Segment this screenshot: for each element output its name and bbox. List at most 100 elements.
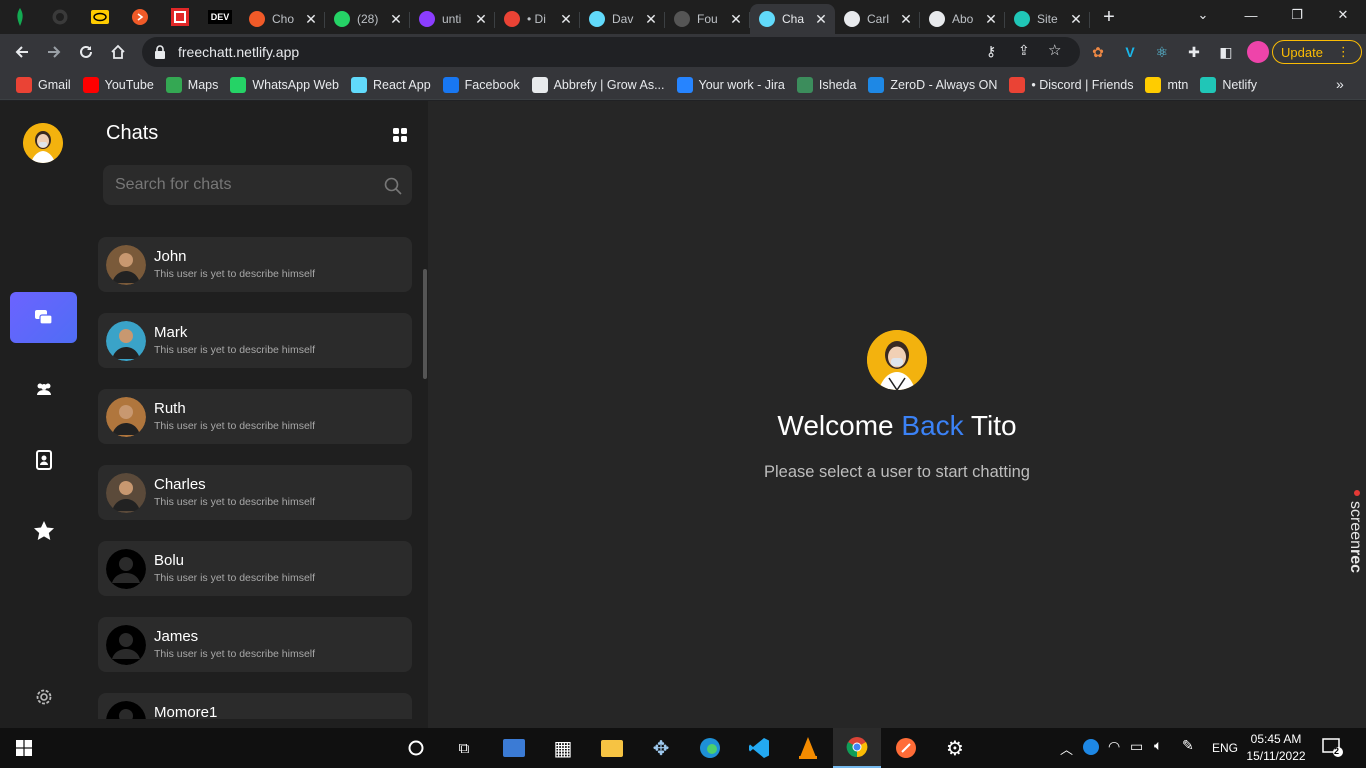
pinned-tab-news[interactable] bbox=[160, 0, 200, 34]
chat-list-item[interactable]: Momore1This user is yet to describe hims… bbox=[98, 693, 412, 719]
browser-tab[interactable]: Cha ✕ bbox=[750, 4, 835, 34]
groups-nav-button[interactable] bbox=[10, 363, 77, 414]
close-tab-icon[interactable]: ✕ bbox=[473, 11, 489, 28]
bookmark-item[interactable]: Maps bbox=[160, 72, 225, 98]
close-tab-icon[interactable]: ✕ bbox=[388, 11, 404, 28]
bookmark-item[interactable]: YouTube bbox=[77, 72, 160, 98]
bookmark-item[interactable]: Abbrefy | Grow As... bbox=[526, 72, 671, 98]
browser-tab[interactable]: (28) ✕ bbox=[325, 4, 410, 34]
bookmark-item[interactable]: mtn bbox=[1139, 72, 1194, 98]
browser-tab[interactable]: • Di ✕ bbox=[495, 4, 580, 34]
taskbar-app-settings[interactable]: ⚙ bbox=[931, 728, 979, 768]
side-panel-icon[interactable]: ◧ bbox=[1216, 42, 1236, 62]
home-button[interactable] bbox=[102, 36, 134, 68]
tray-app-icon[interactable] bbox=[1083, 739, 1099, 755]
taskbar-app-gamepad[interactable]: ✥ bbox=[637, 728, 685, 768]
settings-nav-button[interactable] bbox=[10, 671, 77, 722]
color-picker-extension-icon[interactable]: ✿ bbox=[1088, 42, 1108, 62]
close-tab-icon[interactable]: ✕ bbox=[643, 11, 659, 28]
close-tab-icon[interactable]: ✕ bbox=[813, 11, 829, 28]
chat-list-item[interactable]: Bolu This user is yet to describe himself bbox=[98, 541, 412, 596]
grid-view-button[interactable] bbox=[393, 128, 407, 142]
bookmark-item[interactable]: Gmail bbox=[10, 72, 77, 98]
tab-search-chevron-icon[interactable]: ⌄ bbox=[1180, 0, 1226, 30]
chat-list-item[interactable]: Mark This user is yet to describe himself bbox=[98, 313, 412, 368]
start-button[interactable] bbox=[0, 728, 48, 768]
favorites-nav-button[interactable] bbox=[10, 505, 77, 556]
browser-tab[interactable]: Abo ✕ bbox=[920, 4, 1005, 34]
forward-button[interactable] bbox=[38, 36, 70, 68]
action-center-button[interactable]: 2 bbox=[1322, 738, 1344, 758]
browser-tab[interactable]: Site ✕ bbox=[1005, 4, 1090, 34]
search-icon[interactable] bbox=[384, 177, 402, 195]
wifi-icon[interactable]: ◠ bbox=[1108, 738, 1120, 755]
bookmark-item[interactable]: Isheda bbox=[791, 72, 863, 98]
task-view-button[interactable]: ⧉ bbox=[440, 728, 488, 768]
chat-list-item[interactable]: Ruth This user is yet to describe himself bbox=[98, 389, 412, 444]
close-tab-icon[interactable]: ✕ bbox=[303, 11, 319, 28]
bookmark-item[interactable]: Netlify bbox=[1194, 72, 1263, 98]
taskbar-app-postman[interactable] bbox=[882, 728, 930, 768]
new-tab-button[interactable]: + bbox=[1090, 0, 1128, 34]
search-taskbar-button[interactable] bbox=[392, 728, 440, 768]
back-button[interactable] bbox=[6, 36, 38, 68]
user-avatar[interactable] bbox=[23, 123, 63, 163]
update-button[interactable]: Update ⋮ bbox=[1272, 40, 1362, 64]
bookmark-item[interactable]: ZeroD - Always ON bbox=[862, 72, 1003, 98]
pinned-tab-mtn[interactable] bbox=[80, 0, 120, 34]
browser-tab[interactable]: unti ✕ bbox=[410, 4, 495, 34]
browser-tab[interactable]: Carl ✕ bbox=[835, 4, 920, 34]
taskbar-app-edge[interactable] bbox=[686, 728, 734, 768]
pinned-tab-codepen[interactable] bbox=[120, 0, 160, 34]
bookmark-item[interactable]: WhatsApp Web bbox=[224, 72, 345, 98]
react-devtools-extension-icon[interactable]: ⚛ bbox=[1152, 42, 1172, 62]
taskbar-app-explorer[interactable] bbox=[588, 728, 636, 768]
clock[interactable]: 05:45 AM 15/11/2022 bbox=[1246, 731, 1306, 765]
close-tab-icon[interactable]: ✕ bbox=[1068, 11, 1084, 28]
restore-button[interactable]: ❐ bbox=[1274, 0, 1320, 30]
bookmark-item[interactable]: Your work - Jira bbox=[671, 72, 791, 98]
chats-nav-button[interactable] bbox=[10, 292, 77, 343]
taskbar-app-monitor[interactable] bbox=[490, 728, 538, 768]
chat-list-scrollbar[interactable] bbox=[423, 269, 427, 379]
reload-button[interactable] bbox=[70, 36, 102, 68]
bookmark-star-icon[interactable]: ☆ bbox=[1048, 41, 1061, 59]
bookmark-item[interactable]: React App bbox=[345, 72, 437, 98]
language-indicator[interactable]: ENG bbox=[1212, 741, 1238, 755]
extensions-puzzle-icon[interactable]: ✚ bbox=[1184, 42, 1204, 62]
vimeo-extension-icon[interactable]: V bbox=[1120, 42, 1140, 62]
browser-tab[interactable]: Cho ✕ bbox=[240, 4, 325, 34]
browser-tab[interactable]: Dav ✕ bbox=[580, 4, 665, 34]
taskbar-app-vlc[interactable] bbox=[784, 728, 832, 768]
chat-list-item[interactable]: John This user is yet to describe himself bbox=[98, 237, 412, 292]
address-bar[interactable]: freechatt.netlify.app ⚷ ⇪ ☆ bbox=[142, 37, 1080, 67]
chat-list-item[interactable]: James This user is yet to describe himsel… bbox=[98, 617, 412, 672]
profile-avatar-icon[interactable] bbox=[1247, 41, 1269, 63]
browser-tab[interactable]: Fou ✕ bbox=[665, 4, 750, 34]
close-tab-icon[interactable]: ✕ bbox=[728, 11, 744, 28]
bookmark-label: Your work - Jira bbox=[698, 77, 785, 92]
minimize-button[interactable]: — bbox=[1228, 0, 1274, 30]
pen-icon[interactable]: ✎ bbox=[1182, 737, 1194, 754]
share-icon[interactable]: ⇪ bbox=[1018, 42, 1030, 59]
volume-icon[interactable]: 🔈︎ bbox=[1154, 737, 1162, 754]
battery-icon[interactable]: ▭ bbox=[1130, 738, 1143, 755]
pinned-tab-dev[interactable]: DEV bbox=[200, 0, 240, 34]
show-hidden-icons-chevron[interactable]: ︿ bbox=[1060, 739, 1073, 758]
chat-list-item[interactable]: Charles This user is yet to describe hims… bbox=[98, 465, 412, 520]
taskbar-app-chrome[interactable] bbox=[833, 728, 881, 768]
bookmark-item[interactable]: Facebook bbox=[437, 72, 526, 98]
pinned-tab-mongodb[interactable] bbox=[0, 0, 40, 34]
search-input[interactable] bbox=[115, 176, 375, 194]
close-tab-icon[interactable]: ✕ bbox=[558, 11, 574, 28]
close-tab-icon[interactable]: ✕ bbox=[898, 11, 914, 28]
more-bookmarks-chevron-icon[interactable]: » bbox=[1336, 76, 1344, 92]
key-icon[interactable]: ⚷ bbox=[986, 43, 996, 60]
taskbar-app-vscode[interactable] bbox=[735, 728, 783, 768]
contacts-nav-button[interactable] bbox=[10, 434, 77, 485]
close-tab-icon[interactable]: ✕ bbox=[983, 11, 999, 28]
taskbar-app-calculator[interactable]: ▦ bbox=[539, 728, 587, 768]
close-window-button[interactable]: ✕ bbox=[1320, 0, 1366, 30]
bookmark-item[interactable]: • Discord | Friends bbox=[1003, 72, 1139, 98]
pinned-tab-github[interactable] bbox=[40, 0, 80, 34]
